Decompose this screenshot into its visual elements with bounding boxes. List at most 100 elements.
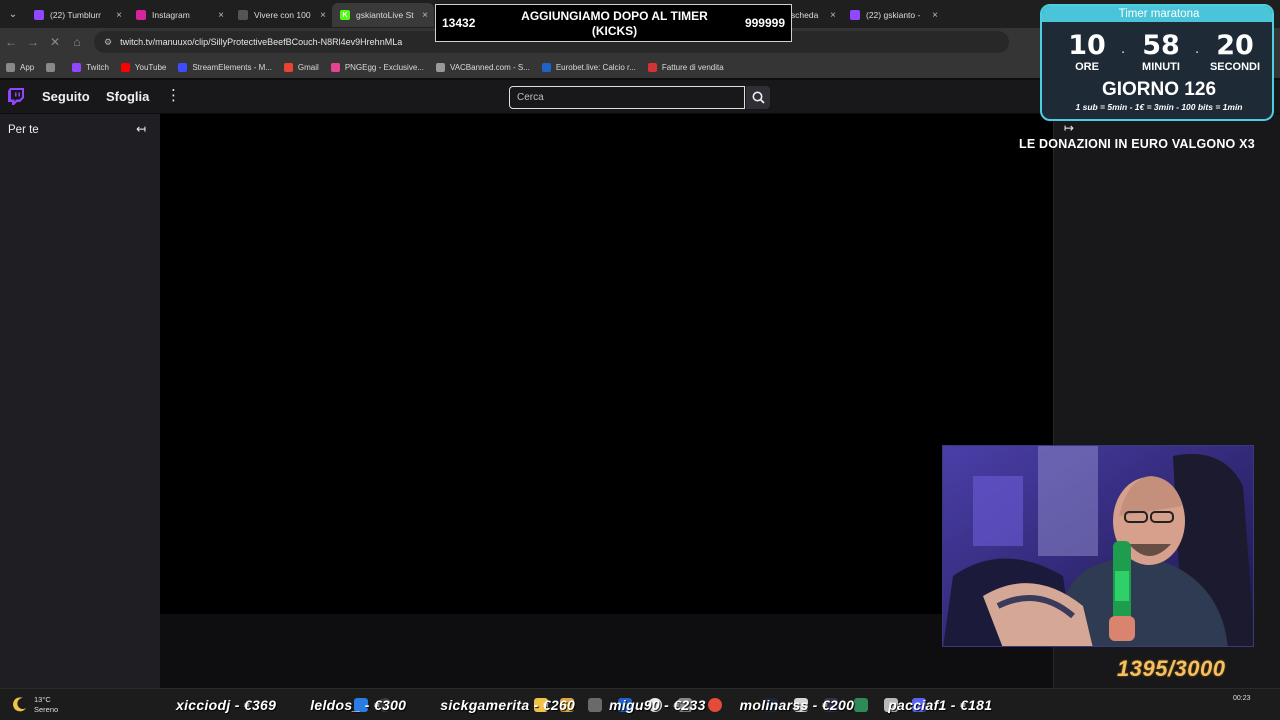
- bookmark-icon: [178, 62, 188, 72]
- tab-label: Instagram: [152, 10, 190, 20]
- tab-label: gskiantoLive St: [356, 10, 414, 20]
- browser-tab[interactable]: Instagram ×: [128, 3, 230, 27]
- bookmark-item[interactable]: StreamElements - M...: [178, 62, 272, 72]
- timer-day: GIORNO 126: [1101, 79, 1217, 100]
- bookmark-icon: [283, 62, 293, 72]
- weather-desc: Sereno: [34, 705, 59, 714]
- bookmark-icon: [46, 62, 56, 72]
- nav-following-link[interactable]: Seguito: [42, 89, 90, 104]
- timer-separator: .: [1195, 40, 1200, 57]
- bookmark-label: PNGEgg - Exclusive...: [344, 62, 424, 72]
- bookmark-label: Twitch: [86, 62, 109, 72]
- bookmark-icon: [6, 62, 15, 72]
- timer-rates: 1 sub = 5min - 1€ = 3min - 100 bits = 1m…: [1075, 102, 1243, 112]
- kicks-current-count: 13432: [442, 16, 476, 30]
- bookmark-item[interactable]: [46, 62, 60, 72]
- moon-weather-icon: [13, 697, 26, 712]
- donation-ticker: xicciodj - €369 leldos_ - €300 sickgamerit…: [176, 697, 1026, 713]
- sub-goal-counter: 1395/3000: [1117, 656, 1226, 681]
- bookmark-item[interactable]: YouTube: [120, 62, 167, 72]
- ticker-item: sickgamerita - €260: [440, 697, 576, 713]
- announcement-banner: AGGIUNGIAMO DOPO AL TIMER (KICKS) 13432 …: [435, 4, 792, 42]
- bookmark-item[interactable]: Fatture di vendita: [647, 62, 724, 72]
- main-content: [160, 114, 1053, 688]
- search-input[interactable]: [509, 86, 745, 109]
- tab-favicon-icon: K: [340, 10, 350, 20]
- tab-close-icon[interactable]: ×: [218, 10, 224, 21]
- browser-tab[interactable]: (22) gskianto - ×: [842, 3, 944, 27]
- tab-label: Vivere con 100: [254, 10, 311, 20]
- timer-hours-label: ORE: [1075, 61, 1099, 73]
- timer-title: Timer maratona: [1042, 6, 1272, 22]
- bookmark-label: Gmail: [297, 62, 319, 72]
- tab-close-icon[interactable]: ×: [116, 10, 122, 21]
- timer-separator: .: [1121, 40, 1126, 57]
- site-info-icon[interactable]: ⚙: [104, 37, 112, 48]
- ticker-item: xicciodj - €369: [176, 697, 277, 713]
- donation-note: LE DONAZIONI IN EURO VALGONO X3: [1019, 137, 1255, 151]
- browser-tab[interactable]: Vivere con 100 ×: [230, 3, 332, 27]
- nav-browse-link[interactable]: Sfoglia: [106, 89, 149, 104]
- tab-favicon-icon: [850, 10, 860, 20]
- timer-seconds: 20: [1216, 30, 1254, 61]
- forward-arrow-icon[interactable]: →: [22, 35, 44, 49]
- bookmark-label: VACBanned.com - S...: [449, 62, 530, 72]
- webcam-feed: [942, 445, 1254, 647]
- marathon-timer-widget: Timer maratona 10 . 58 . 20 ORE MINUTI S…: [1040, 4, 1274, 121]
- bookmark-label: App: [20, 62, 35, 72]
- ticker-item: pacciaf1 - €181: [888, 697, 993, 713]
- timer-minutes: 58: [1142, 30, 1180, 61]
- bookmark-item[interactable]: VACBanned.com - S...: [435, 62, 530, 72]
- tab-close-icon[interactable]: ×: [830, 10, 836, 21]
- tab-favicon-icon: [238, 10, 248, 20]
- ticker-item: molinarss - €200: [739, 697, 855, 713]
- bookmark-item[interactable]: App: [6, 62, 35, 72]
- back-arrow-icon[interactable]: ←: [0, 35, 22, 49]
- announcement-text: AGGIUNGIAMO DOPO AL TIMER (KICKS): [521, 9, 708, 38]
- timer-hours: 10: [1068, 30, 1106, 61]
- tab-label: (22) Tumblurr: [50, 10, 102, 20]
- bookmark-icon: [647, 62, 657, 72]
- bookmark-item[interactable]: PNGEgg - Exclusive...: [330, 62, 424, 72]
- tab-favicon-icon: [34, 10, 44, 20]
- browser-tab[interactable]: KgskiantoLive St ×: [332, 3, 434, 27]
- webcam-image: [943, 446, 1253, 646]
- bookmark-item[interactable]: Gmail: [283, 62, 319, 72]
- url-text: twitch.tv/manuuxo/clip/SillyProtectiveBe…: [120, 37, 403, 47]
- tray-clock: 00:23: [1233, 695, 1251, 702]
- more-options-icon[interactable]: ⋮: [166, 86, 181, 104]
- bookmark-icon: [541, 62, 551, 72]
- tab-close-icon[interactable]: ×: [932, 10, 938, 21]
- bookmark-item[interactable]: Twitch: [72, 62, 109, 72]
- sidebar-title: Per te: [8, 124, 39, 136]
- stop-loading-icon[interactable]: ✕: [44, 35, 66, 49]
- video-player[interactable]: [160, 114, 1053, 614]
- tab-close-icon[interactable]: ×: [320, 10, 326, 21]
- bookmark-icon: [120, 62, 130, 72]
- bookmark-label: Fatture di vendita: [661, 62, 724, 72]
- bookmark-label: YouTube: [134, 62, 167, 72]
- left-sidebar: Per te ↤: [0, 114, 160, 688]
- bookmark-label: StreamElements - M...: [192, 62, 272, 72]
- search-button[interactable]: [746, 86, 770, 109]
- ticker-item: migu90 - €233: [609, 697, 706, 713]
- timer-minutes-label: MINUTI: [1142, 61, 1180, 73]
- collapse-sidebar-icon[interactable]: ↤: [136, 122, 146, 136]
- tab-favicon-icon: [136, 10, 146, 20]
- home-icon[interactable]: ⌂: [66, 35, 88, 49]
- tab-close-icon[interactable]: ×: [422, 10, 428, 21]
- browser-tab[interactable]: (22) Tumblurr ×: [26, 3, 128, 27]
- bookmark-label: Eurobet.live: Calcio r...: [555, 62, 636, 72]
- twitch-logo-icon[interactable]: [8, 88, 24, 105]
- tab-label: (22) gskianto -: [866, 10, 921, 20]
- weather-temp: 13°C: [34, 695, 51, 704]
- timer-seconds-label: SECONDI: [1209, 61, 1261, 73]
- bookmark-icon: [435, 62, 445, 72]
- tab-search-chevron-icon[interactable]: ⌄: [0, 9, 26, 20]
- bookmark-item[interactable]: Eurobet.live: Calcio r...: [541, 62, 636, 72]
- windows-taskbar: 13°C Sereno xicciodj - €369 leldos_ - €30…: [0, 688, 1280, 720]
- kicks-goal-count: 999999: [744, 16, 785, 30]
- bookmark-icon: [72, 62, 82, 72]
- expand-chat-icon[interactable]: ↦: [1064, 121, 1074, 135]
- bookmark-icon: [330, 62, 340, 72]
